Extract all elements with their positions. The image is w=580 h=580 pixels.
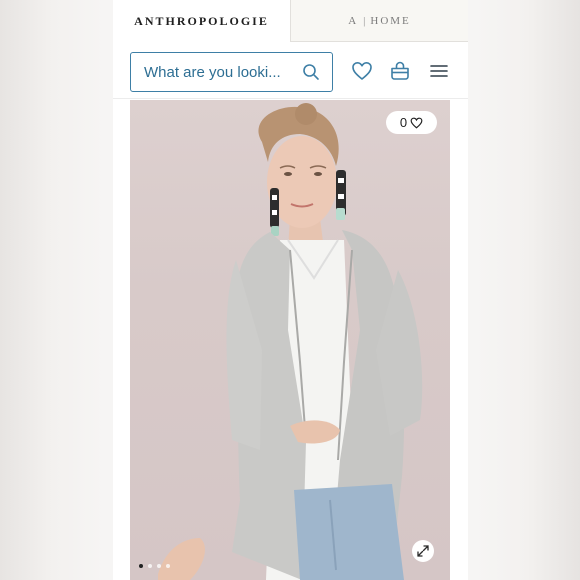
a-home-separator: | [363,14,366,27]
brand-tabs: ANTHROPOLOGIE A | HOME [113,0,468,42]
expand-image-button[interactable] [412,540,434,562]
a-home-label: HOME [370,14,411,27]
carousel-dot[interactable] [157,564,161,568]
product-image[interactable]: 0 [130,100,450,580]
heart-icon[interactable] [351,60,373,82]
expand-icon [417,545,429,557]
search-bar[interactable] [130,52,333,92]
hamburger-menu-icon[interactable] [428,60,450,82]
brand-logo-text: ANTHROPOLOGIE [134,13,269,28]
search-input[interactable] [144,63,292,81]
model-photo [158,103,423,580]
carousel-dot[interactable] [148,564,152,568]
a-home-prefix: A [348,14,359,27]
carousel-dot[interactable] [166,564,170,568]
image-carousel-dots [139,564,170,568]
tab-a-home[interactable]: A | HOME [290,0,468,42]
tab-anthropologie[interactable]: ANTHROPOLOGIE [113,0,290,42]
site-header [113,42,468,99]
shopping-bag-icon[interactable] [389,60,411,82]
search-icon[interactable] [302,63,320,81]
heart-icon [410,117,423,128]
wishlist-counter-button[interactable]: 0 [386,111,437,134]
carousel-dot[interactable] [139,564,143,568]
wishlist-count: 0 [399,115,408,130]
mobile-page: ANTHROPOLOGIE A | HOME What are you look… [113,0,468,580]
